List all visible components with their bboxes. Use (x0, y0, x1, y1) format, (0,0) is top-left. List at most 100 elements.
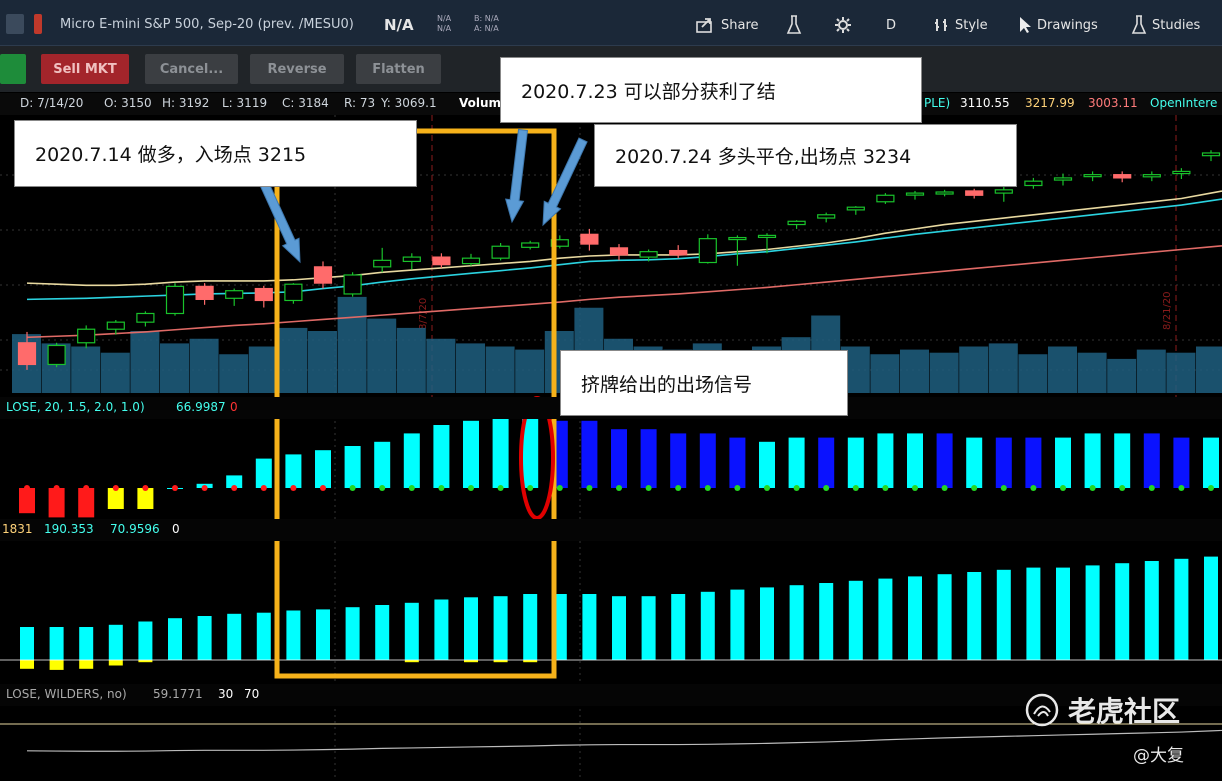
candle-up (343, 274, 362, 295)
momentum-neg-bar (464, 660, 478, 663)
squeeze-bar (403, 433, 420, 488)
share-button[interactable]: Share (696, 14, 759, 36)
volume-bar (1077, 352, 1107, 393)
momentum-bar (1204, 556, 1218, 660)
info-range: R: 73 (344, 96, 376, 110)
volume-bar (130, 331, 160, 393)
buy-mkt-button[interactable] (0, 54, 26, 84)
squeeze-dot (556, 485, 563, 491)
momentum-v1: 1831 (2, 522, 33, 536)
momentum-bar (434, 599, 449, 660)
squeeze-dot (142, 485, 149, 491)
studies-button[interactable]: Studies (1131, 14, 1200, 36)
momentum-bar (1056, 567, 1070, 660)
reverse-button[interactable]: Reverse (250, 54, 344, 84)
info-upper-band: 3110.55 (960, 96, 1010, 110)
momentum-bar (700, 591, 715, 660)
momentum-bar (1026, 567, 1041, 660)
squeeze-dot (971, 485, 978, 491)
momentum-bar (848, 580, 863, 660)
squeeze-bar (551, 420, 568, 488)
momentum-bar (1085, 565, 1100, 660)
ema-mid-line (26, 198, 1222, 301)
squeeze-bar (729, 437, 746, 488)
squeeze-bar (285, 454, 302, 488)
candle-up (846, 206, 865, 211)
squeeze-dot (912, 485, 918, 491)
momentum-bar (996, 569, 1011, 660)
volume-bar (959, 346, 989, 393)
squeeze-bar (1055, 437, 1071, 488)
volume-bar (337, 296, 367, 393)
squeeze-dot (349, 485, 356, 491)
candle-up (77, 328, 96, 344)
squeeze-bar (581, 420, 598, 488)
momentum-bar (878, 578, 893, 660)
squeeze-bar (492, 416, 509, 488)
date-marker-label: 8/7/20 (418, 298, 429, 330)
squeeze-bar (1173, 437, 1190, 488)
squeeze-dot (734, 485, 741, 491)
volume-bar (71, 346, 101, 393)
squeeze-bar (1025, 437, 1042, 488)
squeeze-dot (616, 485, 622, 491)
style-button[interactable]: Style (934, 14, 988, 36)
momentum-neg-bar (20, 660, 34, 669)
candle-down (580, 233, 599, 245)
squeeze-dot (201, 485, 208, 491)
ask-value: A: N/A (474, 24, 499, 33)
candle-up (402, 256, 421, 263)
candle-up (935, 191, 954, 195)
squeeze-bar (522, 412, 539, 488)
volume-bar (1166, 352, 1196, 393)
momentum-neg-bar (108, 660, 123, 666)
exit-arrow (542, 137, 588, 227)
squeeze-dot (379, 485, 386, 491)
period-selector[interactable]: D (886, 14, 896, 36)
volume-bar (189, 338, 219, 393)
volume-bar (1107, 358, 1137, 393)
rsi-overbought: 70 (244, 687, 260, 701)
volume-bar (515, 349, 545, 393)
momentum-v2: 190.353 (44, 522, 94, 536)
chart-header-bar: Micro E-mini S&P 500, Sep-20 (prev. /MES… (0, 0, 1222, 46)
momentum-bar (168, 618, 182, 660)
squeeze-dot (852, 485, 859, 491)
momentum-bar (612, 596, 626, 660)
sell-mkt-button[interactable]: Sell MKT (41, 54, 129, 84)
squeeze-dot (941, 485, 948, 491)
drawings-button[interactable]: Drawings (1018, 14, 1098, 36)
candle-up (165, 285, 185, 315)
settings-button[interactable] (834, 14, 852, 36)
tiger-community-watermark: 老虎社区 (1024, 690, 1180, 730)
flatten-button[interactable]: Flatten (356, 54, 441, 84)
squeeze-bar (1143, 433, 1160, 488)
momentum-neg-bar (79, 660, 94, 669)
momentum-bar (464, 597, 478, 660)
candle-up (787, 220, 806, 226)
symbol-dropdown-icon[interactable] (6, 14, 24, 34)
squeeze-dot (793, 485, 800, 491)
volume-bar (988, 343, 1018, 393)
momentum-neg-bar (138, 660, 153, 663)
squeeze-dot (764, 485, 770, 491)
squeeze-dot (1148, 485, 1155, 491)
info-y: Y: 3069.1 (381, 96, 437, 110)
candle-up (136, 312, 155, 323)
momentum-neg-bar (523, 660, 538, 663)
candle-up (1201, 152, 1221, 157)
squeeze-bar (1084, 433, 1101, 488)
volume-bar (160, 343, 189, 393)
squeeze-dot (1000, 485, 1007, 491)
cancel-button[interactable]: Cancel... (145, 54, 238, 84)
volume-bar (870, 354, 900, 393)
volume-bar (1018, 354, 1048, 393)
candle-up (1053, 177, 1073, 181)
flask-button[interactable] (786, 14, 802, 36)
momentum-bar (760, 587, 774, 660)
candle-down (1113, 174, 1132, 179)
symbol-color-tag[interactable] (34, 14, 42, 34)
candle-down (432, 256, 451, 266)
candle-down (17, 342, 37, 366)
net-change: N/A (437, 14, 452, 23)
